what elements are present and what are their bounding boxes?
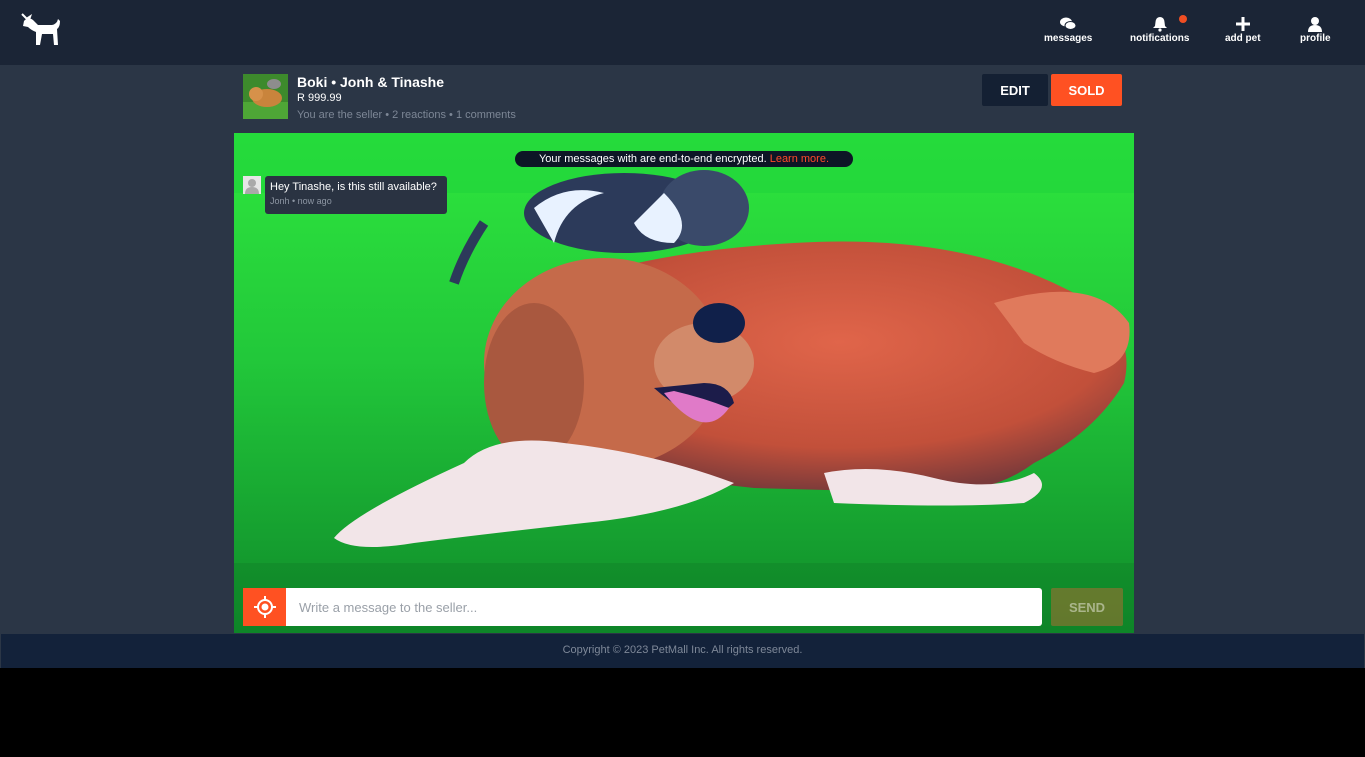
send-button[interactable]: SEND	[1051, 588, 1123, 626]
chat-panel: Your messages with are end-to-end encryp…	[234, 133, 1134, 633]
nav-notifications-label: notifications	[1130, 33, 1190, 44]
plus-icon	[1235, 17, 1250, 31]
dog-icon[interactable]	[20, 12, 64, 48]
nav-add-pet-label: add pet	[1225, 33, 1261, 44]
app-root: messages notifications add pet profile B…	[0, 0, 1365, 668]
chat-bubbles-icon	[1060, 17, 1077, 30]
message-meta: Jonh • now ago	[270, 196, 332, 206]
listing-meta: You are the seller • 2 reactions • 1 com…	[297, 109, 516, 121]
copyright-text: Copyright © 2023 PetMall Inc. All rights…	[562, 644, 803, 656]
message-composer: SEND	[243, 588, 1123, 626]
encryption-text: Your messages with are end-to-end encryp…	[538, 153, 767, 165]
listing-title: Boki • Jonh & Tinashe	[297, 74, 444, 90]
nav-profile-label: profile	[1300, 33, 1331, 44]
crosshair-icon	[253, 596, 276, 618]
message-input[interactable]	[286, 588, 1042, 626]
notification-badge	[1179, 15, 1187, 23]
learn-more-link[interactable]: Learn more.	[770, 153, 829, 165]
nav-add-pet[interactable]: add pet	[1225, 16, 1261, 44]
top-navigation-bar: messages notifications add pet profile	[0, 0, 1365, 65]
encryption-notice: Your messages with are end-to-end encryp…	[515, 151, 853, 167]
edit-button[interactable]: EDIT	[982, 74, 1048, 106]
bell-icon	[1152, 17, 1167, 32]
message-text: Hey Tinashe, is this still available?	[270, 181, 437, 193]
sold-button[interactable]: SOLD	[1051, 74, 1122, 106]
nav-messages-label: messages	[1044, 33, 1093, 44]
nav-profile[interactable]: profile	[1300, 16, 1331, 44]
user-icon	[1308, 17, 1323, 32]
listing-header: Boki • Jonh & Tinashe R 999.99 You are t…	[243, 74, 1123, 126]
listing-price: R 999.99	[297, 92, 342, 104]
avatar	[243, 176, 261, 194]
listing-thumbnail[interactable]	[243, 74, 288, 119]
nav-notifications[interactable]: notifications	[1130, 15, 1190, 44]
footer: Copyright © 2023 PetMall Inc. All rights…	[1, 634, 1364, 668]
location-button[interactable]	[243, 588, 286, 626]
chat-message: Hey Tinashe, is this still available? Jo…	[265, 176, 447, 214]
nav-messages[interactable]: messages	[1044, 16, 1092, 44]
